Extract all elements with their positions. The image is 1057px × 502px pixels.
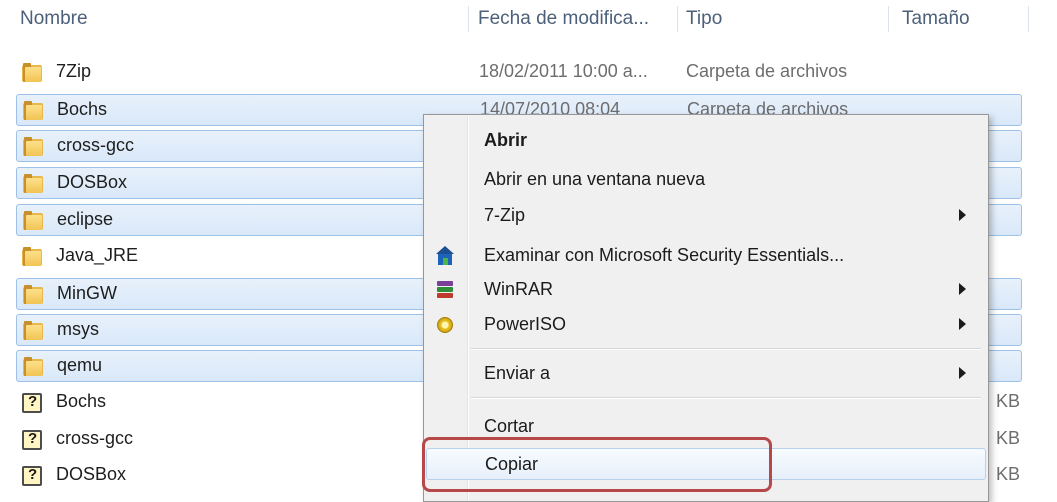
menu-item-poweriso[interactable]: PowerISO <box>426 309 986 341</box>
folder-icon <box>23 211 43 231</box>
submenu-arrow-icon <box>959 209 966 221</box>
file-size: KB <box>996 464 1021 484</box>
file-name: qemu <box>57 355 103 375</box>
folder-icon <box>23 321 43 341</box>
folder-icon <box>23 101 43 121</box>
menu-item-label: Examinar con Microsoft Security Essentia… <box>484 245 845 265</box>
folder-icon <box>23 174 43 194</box>
menu-item-winrar[interactable]: WinRAR <box>426 274 986 306</box>
menu-item-mse-scan[interactable]: Examinar con Microsoft Security Essentia… <box>426 240 986 272</box>
menu-item-7zip[interactable]: 7-Zip <box>426 200 986 232</box>
file-name: cross-gcc <box>56 428 134 448</box>
winrar-icon <box>435 280 455 300</box>
poweriso-disc-icon <box>435 315 455 335</box>
menu-item-label: Enviar a <box>484 363 551 383</box>
menu-separator <box>471 398 981 399</box>
submenu-arrow-icon <box>959 283 966 295</box>
folder-icon <box>23 285 43 305</box>
menu-item-label: PowerISO <box>484 314 567 334</box>
file-size: KB <box>996 391 1021 411</box>
file-row[interactable]: 7Zip 18/02/2011 10:00 a... Carpeta de arch… <box>16 57 1022 89</box>
file-size: KB <box>996 428 1021 448</box>
menu-item-label: 7-Zip <box>484 205 526 225</box>
help-file-icon <box>22 466 42 486</box>
column-divider[interactable] <box>677 6 678 32</box>
file-name: msys <box>57 319 99 339</box>
file-type: Carpeta de archivos <box>686 61 848 81</box>
menu-item-label: WinRAR <box>484 279 554 299</box>
column-divider[interactable] <box>1028 6 1029 32</box>
folder-icon <box>22 247 42 267</box>
menu-separator <box>471 349 981 350</box>
menu-item-label: Abrir en una ventana nueva <box>484 169 706 189</box>
help-file-icon <box>22 393 42 413</box>
file-name: MinGW <box>57 283 117 303</box>
annotation-highlight-box <box>422 437 772 492</box>
file-name: 7Zip <box>56 61 92 81</box>
column-header: Nombre Fecha de modifica... Tipo Tamaño <box>0 0 1057 40</box>
file-name: Bochs <box>56 391 107 411</box>
help-file-icon <box>22 430 42 450</box>
menu-item-open[interactable]: Abrir <box>426 125 986 157</box>
file-name: cross-gcc <box>57 135 135 155</box>
file-name: DOSBox <box>56 464 127 484</box>
file-name: Bochs <box>57 99 108 119</box>
folder-icon <box>23 357 43 377</box>
file-date: 18/02/2011 10:00 a... <box>479 61 648 81</box>
column-divider[interactable] <box>888 6 889 32</box>
folder-icon <box>22 63 42 83</box>
file-name: eclipse <box>57 209 114 229</box>
menu-item-open-new-window[interactable]: Abrir en una ventana nueva <box>426 164 986 196</box>
menu-item-label: Abrir <box>484 130 528 150</box>
security-essentials-icon <box>435 246 455 266</box>
folder-icon <box>23 137 43 157</box>
column-size-header[interactable]: Tamaño <box>902 8 970 30</box>
menu-item-send-to[interactable]: Enviar a <box>426 358 986 390</box>
column-date-header[interactable]: Fecha de modifica... <box>478 8 649 30</box>
column-divider[interactable] <box>468 6 469 32</box>
file-name: Java_JRE <box>56 245 139 265</box>
submenu-arrow-icon <box>959 318 966 330</box>
file-name: DOSBox <box>57 172 128 192</box>
column-name-header[interactable]: Nombre <box>20 8 88 30</box>
submenu-arrow-icon <box>959 367 966 379</box>
menu-item-label: Cortar <box>484 416 535 436</box>
column-type-header[interactable]: Tipo <box>686 8 722 30</box>
